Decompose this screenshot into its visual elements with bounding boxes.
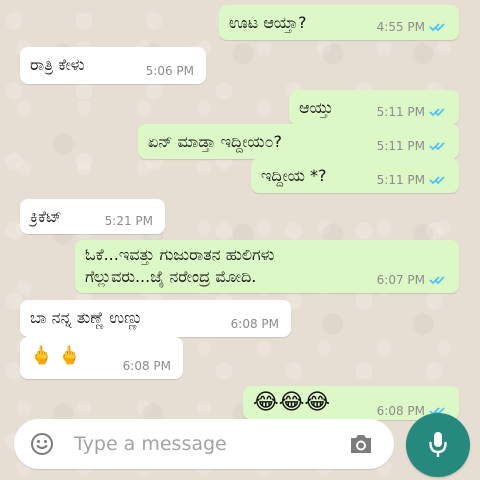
message-bubble-outgoing[interactable]: ಏನ್ ಮಾಡ್ತಾ ಇದ್ದೀಯ೦? 5:11 PM bbox=[138, 124, 459, 159]
message-text: ಇದ್ದೀಯ *? bbox=[261, 166, 327, 185]
message-meta: 5:11 PM bbox=[377, 139, 447, 153]
message-bubble-incoming[interactable]: 🖕 🖕 6:08 PM bbox=[20, 337, 183, 379]
message-input[interactable]: Type a message bbox=[74, 432, 227, 456]
message-time: 6:07 PM bbox=[376, 273, 425, 287]
message-meta: 4:55 PM bbox=[377, 20, 447, 34]
message-time: 5:11 PM bbox=[376, 173, 425, 187]
read-receipt-icon bbox=[429, 276, 445, 285]
message-bubble-outgoing[interactable]: ಇದ್ದೀಯ *? 5:11 PM bbox=[251, 158, 459, 193]
message-time: 6:08 PM bbox=[230, 317, 279, 331]
emoji-icon[interactable] bbox=[30, 432, 54, 456]
mic-icon bbox=[429, 432, 447, 457]
message-meta: 5:06 PM bbox=[146, 64, 194, 78]
message-meta: 6:07 PM bbox=[377, 273, 447, 287]
chat-area: ಊಟ ಆಯ್ತಾ? 4:55 PM ರಾತ್ರಿ ಕೇಳು 5:06 PM ಆಯ… bbox=[0, 0, 480, 480]
message-composer: Type a message bbox=[14, 419, 394, 469]
camera-icon[interactable] bbox=[347, 432, 375, 456]
message-text: ಕ್ರಿಕೆಟ್ bbox=[30, 207, 62, 226]
message-meta: 6:08 PM bbox=[231, 317, 279, 331]
message-meta: 5:11 PM bbox=[377, 105, 447, 119]
message-bubble-incoming[interactable]: ಬಾ ನನ್ನ ತುಣ್ಣೆ ಉಣ್ಣು 6:08 PM bbox=[20, 300, 291, 337]
message-time: 5:06 PM bbox=[145, 64, 194, 78]
read-receipt-icon bbox=[429, 176, 445, 185]
mic-button[interactable] bbox=[406, 413, 470, 477]
message-text: ಊಟ ಆಯ್ತಾ? bbox=[229, 13, 307, 32]
message-time: 6:08 PM bbox=[376, 404, 425, 418]
message-text: ರಾತ್ರಿ ಕೇಳು bbox=[30, 55, 85, 74]
message-text: 😂😂😂 bbox=[253, 390, 331, 415]
message-text: ಏನ್ ಮಾಡ್ತಾ ಇದ್ದೀಯ೦? bbox=[148, 132, 283, 151]
read-receipt-icon bbox=[429, 142, 445, 151]
message-time: 5:11 PM bbox=[376, 105, 425, 119]
message-text-line1: ಓಕೆ...ಇವತ್ತು ಗುಜುರಾತನ ಹುಲಿಗಳು bbox=[85, 245, 275, 264]
message-bubble-incoming[interactable]: ರಾತ್ರಿ ಕೇಳು 5:06 PM bbox=[20, 47, 206, 84]
message-time: 6:08 PM bbox=[122, 359, 171, 373]
read-receipt-icon bbox=[429, 23, 445, 32]
message-time: 4:55 PM bbox=[376, 20, 425, 34]
read-receipt-icon bbox=[429, 108, 445, 117]
message-meta: 5:11 PM bbox=[377, 173, 447, 187]
message-text-line2: ಗೆಲ್ಲುವರು...ಜೈ ನರೇಂದ್ರ ಮೋದಿ. bbox=[85, 267, 257, 286]
message-bubble-outgoing[interactable]: ಆಯ್ತು 5:11 PM bbox=[289, 90, 459, 125]
message-bubble-outgoing[interactable]: ಊಟ ಆಯ್ತಾ? 4:55 PM bbox=[219, 5, 459, 40]
message-time: 5:21 PM bbox=[104, 214, 153, 228]
message-text: ಆಯ್ತು bbox=[299, 98, 334, 117]
message-time: 5:11 PM bbox=[376, 139, 425, 153]
message-meta: 5:21 PM bbox=[105, 214, 153, 228]
message-text: 🖕 🖕 bbox=[30, 345, 81, 366]
message-text: ಬಾ ನನ್ನ ತುಣ್ಣೆ ಉಣ್ಣು bbox=[30, 308, 143, 327]
message-bubble-outgoing[interactable]: ಓಕೆ...ಇವತ್ತು ಗುಜುರಾತನ ಹುಲಿಗಳು ಗೆಲ್ಲುವರು.… bbox=[75, 240, 459, 293]
message-bubble-incoming[interactable]: ಕ್ರಿಕೆಟ್ 5:21 PM bbox=[20, 199, 165, 234]
message-meta: 6:08 PM bbox=[123, 359, 171, 373]
